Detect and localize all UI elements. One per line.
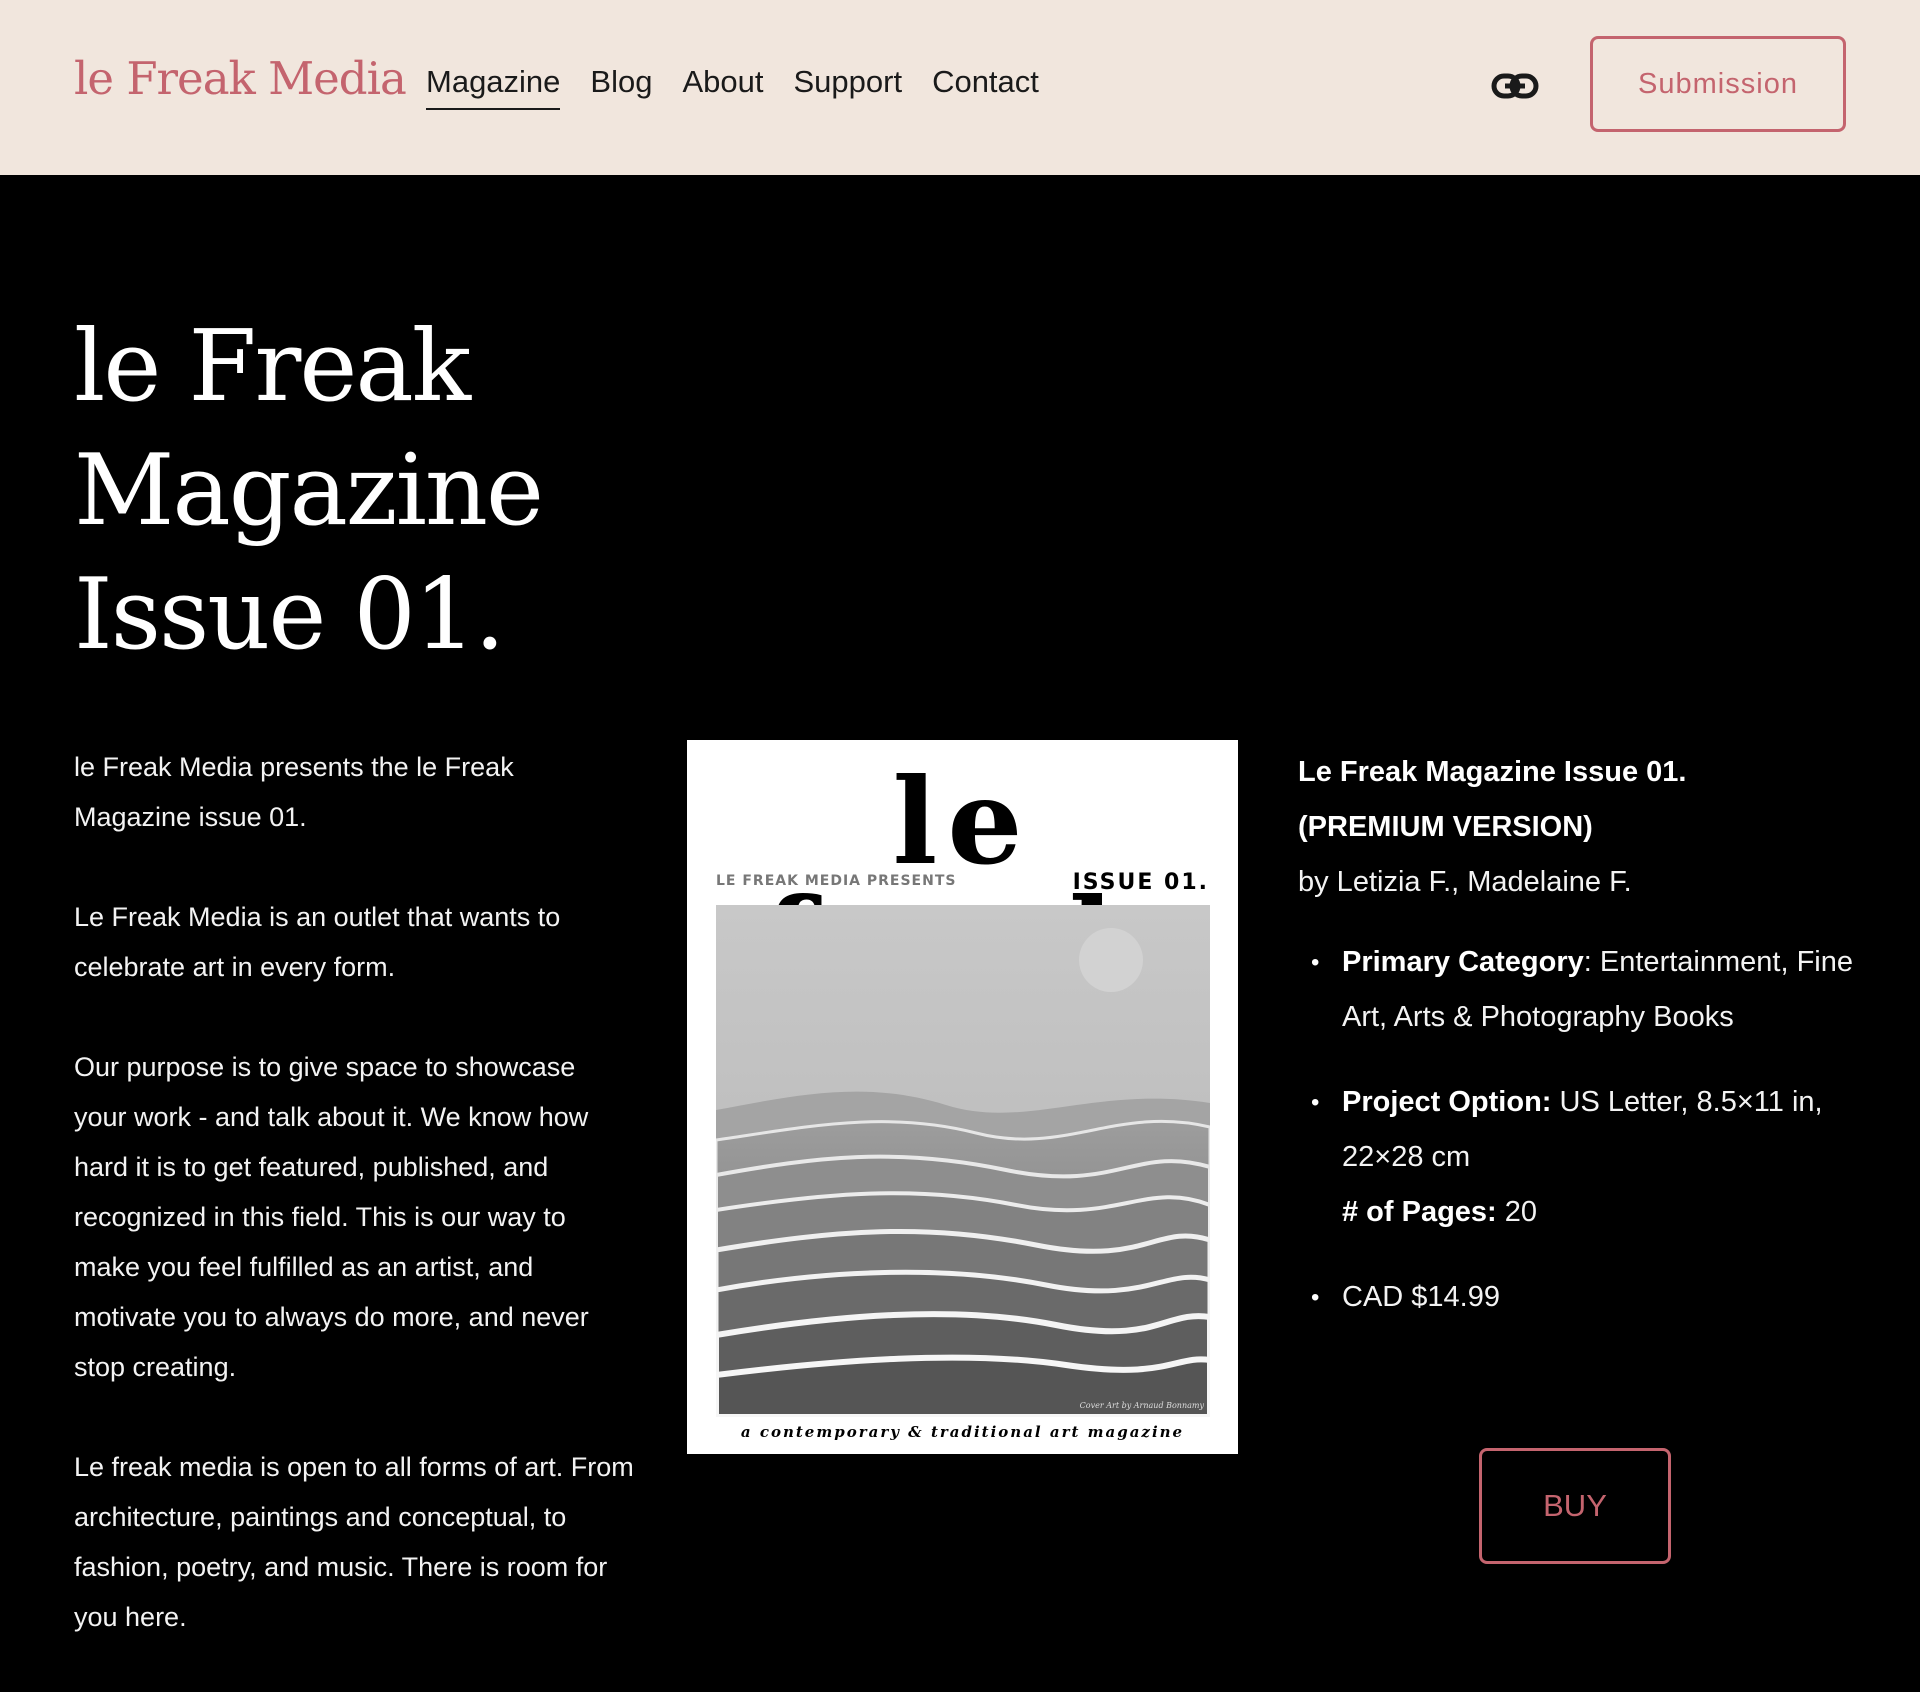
cover-presents: LE FREAK MEDIA PRESENTS [716, 873, 957, 889]
cover-issue: ISSUE 01. [1072, 870, 1209, 895]
intro-text: le Freak Media presents the le Freak Mag… [74, 742, 634, 1692]
detail-label: Primary Category [1342, 946, 1584, 978]
site-logo[interactable]: le Freak Media [74, 52, 407, 105]
product-info: Le Freak Magazine Issue 01. (PREMIUM VER… [1298, 745, 1858, 1325]
detail-label: # of Pages: [1342, 1196, 1497, 1228]
nav-item-support[interactable]: Support [793, 64, 902, 110]
intro-paragraph: le Freak Media presents the le Freak Mag… [74, 752, 514, 832]
page-title-line: le Freak [74, 310, 471, 424]
link-icon[interactable] [1490, 68, 1540, 104]
price: CAD $14.99 [1342, 1281, 1500, 1313]
detail-price: CAD $14.99 [1311, 1270, 1858, 1325]
nav-item-magazine[interactable]: Magazine [426, 64, 561, 110]
site-header: le Freak Media Magazine Blog About Suppo… [0, 0, 1920, 175]
main-nav: Magazine Blog About Support Contact [426, 64, 1039, 110]
magazine-cover-image[interactable]: le freak LE FREAK MEDIA PRESENTS ISSUE 0… [687, 740, 1238, 1454]
detail-project-option: Project Option: US Letter, 8.5×11 in, 22… [1311, 1075, 1858, 1240]
page-title: le Freak Magazine Issue 01. [74, 305, 544, 677]
nav-item-about[interactable]: About [682, 64, 763, 110]
detail-primary-category: Primary Category: Entertainment, Fine Ar… [1311, 935, 1858, 1045]
nav-item-contact[interactable]: Contact [932, 64, 1039, 110]
intro-paragraph: Our purpose is to give space to showcase… [74, 1052, 589, 1382]
cover-credit: Cover Art by Arnaud Bonnamy [1079, 1401, 1204, 1410]
product-authors: by Letizia F., Madelaine F. [1298, 866, 1632, 898]
product-details-list: Primary Category: Entertainment, Fine Ar… [1298, 935, 1858, 1325]
detail-label: Project Option: [1342, 1086, 1552, 1118]
submission-button[interactable]: Submission [1590, 36, 1846, 132]
page-title-line: Magazine [74, 434, 544, 548]
product-title-line: Le Freak Magazine Issue 01. [1298, 756, 1687, 788]
cover-photo [716, 905, 1210, 1417]
product-title: Le Freak Magazine Issue 01. (PREMIUM VER… [1298, 745, 1858, 855]
product-title-line: (PREMIUM VERSION) [1298, 811, 1593, 843]
intro-paragraph: Le Freak Media is an outlet that wants t… [74, 902, 561, 982]
nav-item-blog[interactable]: Blog [590, 64, 652, 110]
buy-button[interactable]: BUY [1479, 1448, 1671, 1564]
intro-paragraph: Le freak media is open to all forms of a… [74, 1452, 634, 1632]
cover-tagline: a contemporary & traditional art magazin… [740, 1423, 1185, 1441]
detail-value: 20 [1504, 1196, 1538, 1228]
page-title-line: Issue 01. [74, 558, 505, 672]
